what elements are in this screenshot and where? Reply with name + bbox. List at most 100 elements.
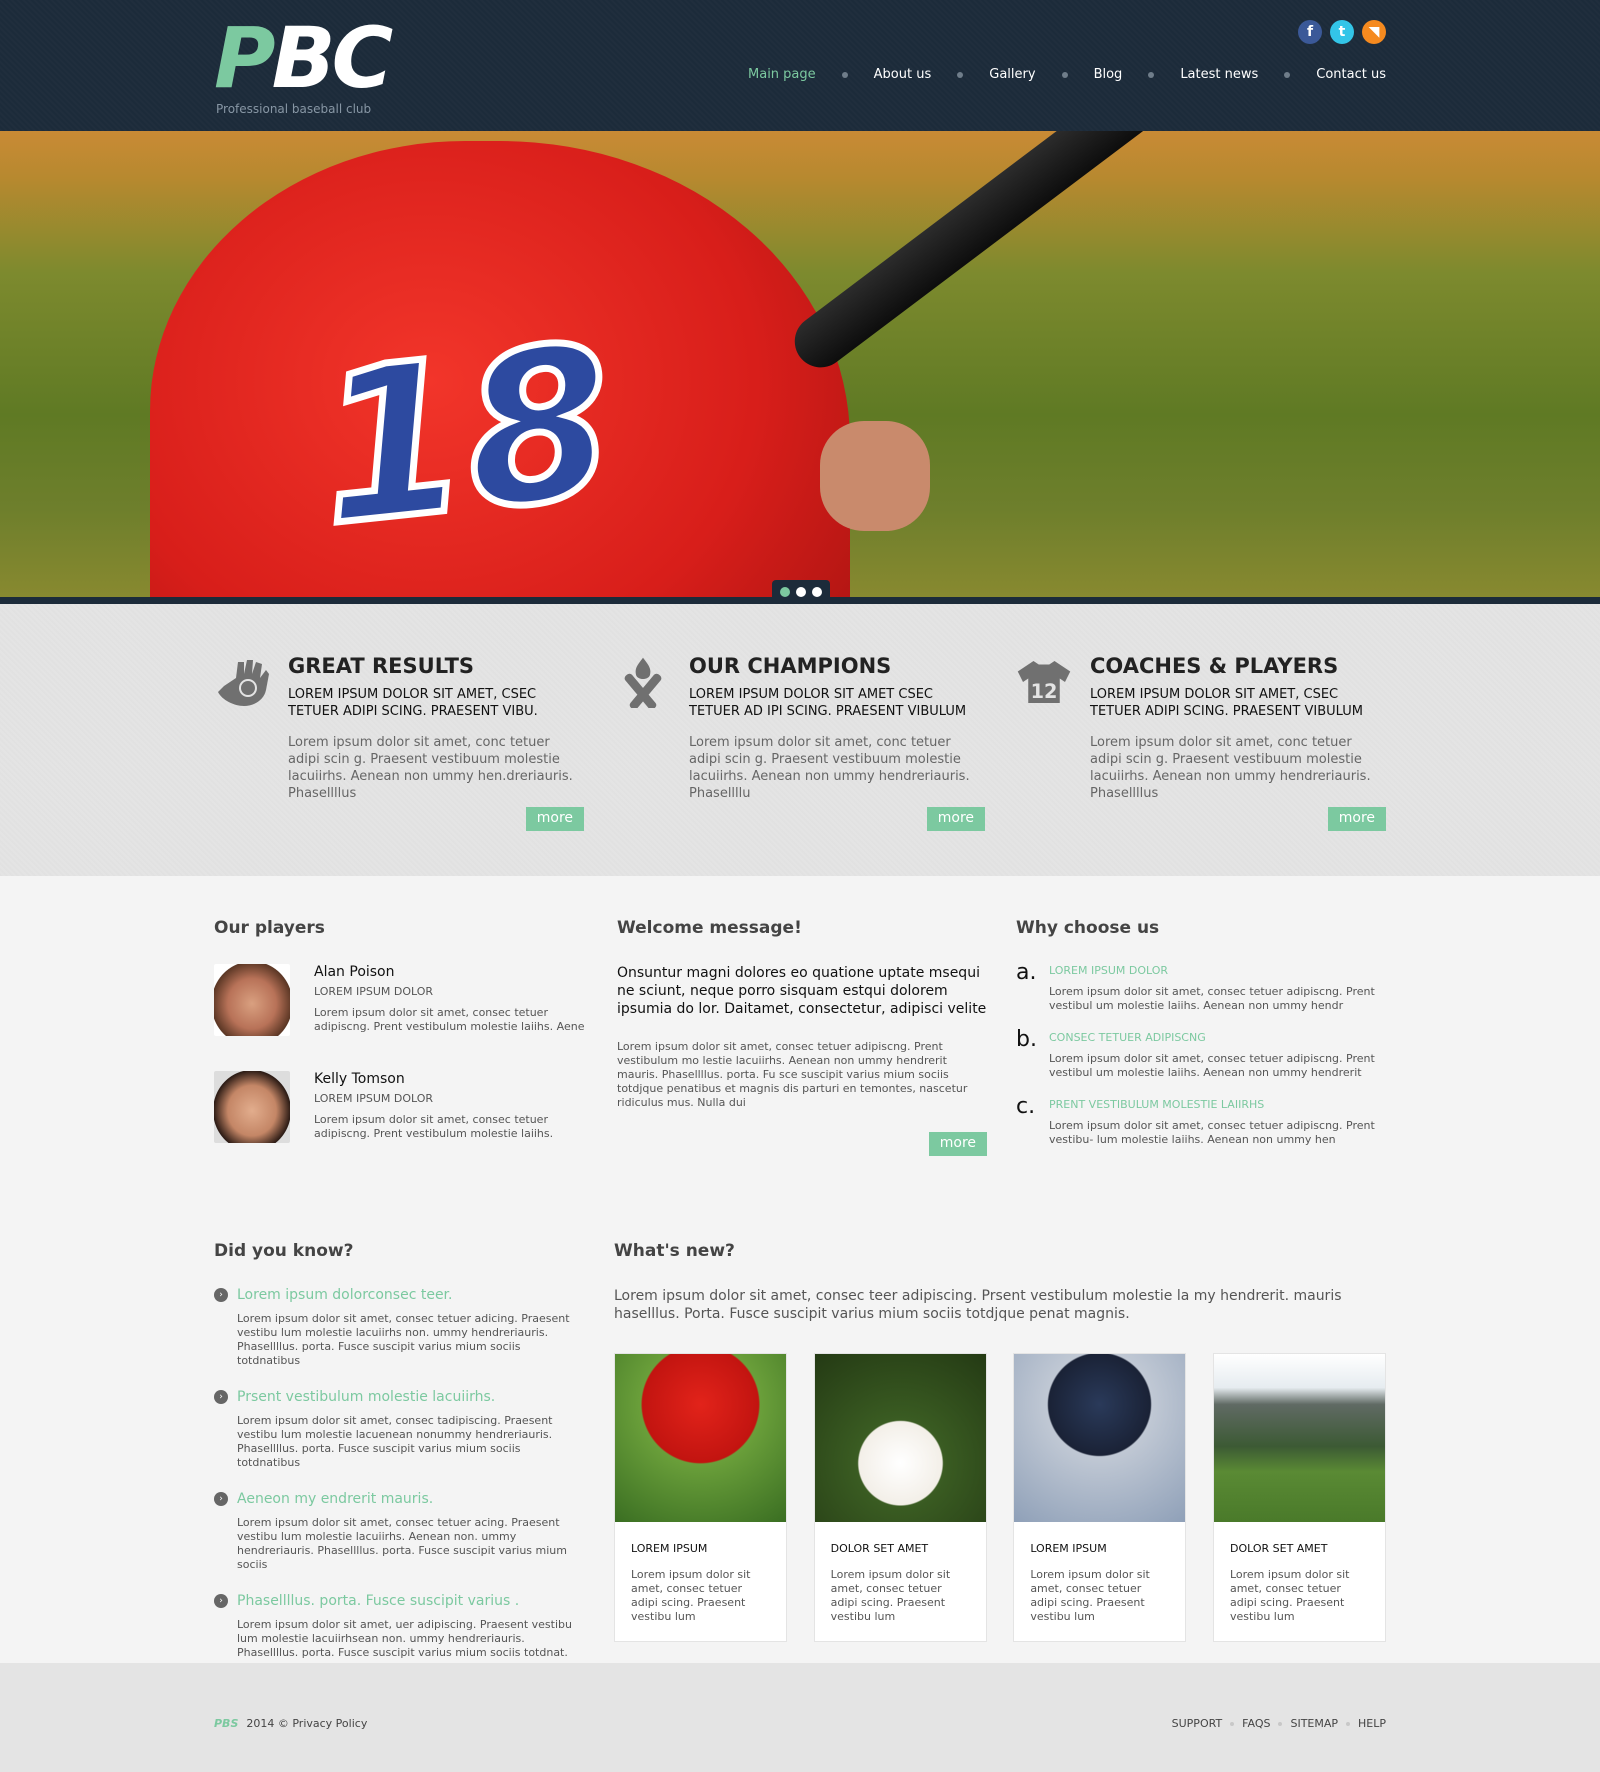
news-card[interactable]: DOLOR SET AMET Lorem ipsum dolor sit amet… [1212, 1353, 1386, 1642]
footer-link-sitemap[interactable]: SITEMAP [1290, 1717, 1338, 1730]
dyk-item-text: Lorem ipsum dolor sit amet, consec tadip… [237, 1414, 553, 1469]
news-lead: Lorem ipsum dolor sit amet, consec teer … [614, 1288, 1342, 1322]
more-button[interactable]: more [525, 807, 584, 831]
main-nav: Main page About us Gallery Blog Latest n… [748, 67, 1386, 82]
feature-coaches-players: 12 COACHES & PLAYERS LOREM IPSUM DOLOR S… [1016, 654, 1386, 831]
slider-dot-2[interactable] [796, 587, 806, 597]
dyk-item-title[interactable]: Aeneon my endrerit mauris. [237, 1491, 433, 1507]
player-name[interactable]: Kelly Tomson [314, 1071, 586, 1087]
more-button[interactable]: more [1327, 807, 1386, 831]
welcome-lead: Onsuntur magni dolores eo quatione uptat… [617, 965, 987, 1017]
why-item-title[interactable]: LOREM IPSUM DOLOR [1049, 964, 1386, 977]
feature-title: COACHES & PLAYERS [1090, 654, 1339, 678]
crossed-bats-icon [624, 657, 662, 708]
card-title: LOREM IPSUM [631, 1542, 708, 1555]
section-title: Did you know? [214, 1241, 354, 1261]
section-title: Our players [214, 918, 325, 938]
bottom-section: Did you know? › Lorem ipsum dolorconsec t… [0, 1241, 1600, 1681]
player-text: Lorem ipsum dolor sit amet, consec tetue… [314, 1006, 585, 1033]
news-card[interactable]: LOREM IPSUM Lorem ipsum dolor sit amet, c… [1013, 1353, 1187, 1642]
footer-link-help[interactable]: HELP [1358, 1717, 1386, 1730]
batter-photo[interactable] [1014, 1354, 1186, 1522]
logo-tagline: Professional baseball club [216, 102, 372, 116]
footer-link-faqs[interactable]: FAQS [1242, 1717, 1270, 1730]
why-item: c. PRENT VESTIBULUM MOLESTIE LAIIRHS Lore… [1016, 1094, 1386, 1147]
why-item: a. LOREM IPSUM DOLOR Lorem ipsum dolor si… [1016, 960, 1386, 1013]
site-footer: PBS 2014 © Privacy Policy SUPPORT FAQS SI… [0, 1663, 1600, 1772]
facebook-icon[interactable]: f [1298, 20, 1322, 44]
stadium-photo[interactable] [1213, 1354, 1385, 1522]
card-text: Lorem ipsum dolor sit amet, consec tetue… [1229, 1568, 1350, 1623]
footer-separator [1278, 1721, 1283, 1726]
card-title: DOLOR SET AMET [1229, 1542, 1328, 1555]
slider-dot-3[interactable] [812, 587, 822, 597]
avatar[interactable] [214, 1071, 290, 1143]
slider-dot-1[interactable] [780, 587, 790, 597]
card-text: Lorem ipsum dolor sit amet, consec tetue… [631, 1568, 751, 1623]
dyk-item: › Phasellllus. porta. Fusce suscipit vari… [214, 1593, 586, 1660]
child-in-helmet-photo[interactable] [615, 1354, 786, 1522]
feature-subtitle: LOREM IPSUM DOLOR SIT AMET, CSEC TETUER … [288, 687, 538, 719]
dyk-item-title[interactable]: Prsent vestibulum molestie lacuiirhs. [237, 1389, 495, 1405]
nav-main-page[interactable]: Main page [748, 67, 816, 82]
footer-brand: PBS [214, 1717, 239, 1730]
nav-separator [1148, 71, 1155, 78]
our-players: Our players Alan Poison LOREM IPSUM DOLO… [214, 918, 586, 1178]
nav-blog[interactable]: Blog [1094, 67, 1123, 82]
feature-great-results: GREAT RESULTS LOREM IPSUM DOLOR SIT AMET… [214, 654, 584, 831]
news-card[interactable]: LOREM IPSUM Lorem ipsum dolor sit amet, c… [614, 1353, 787, 1642]
features-section: GREAT RESULTS LOREM IPSUM DOLOR SIT AMET… [0, 604, 1600, 876]
chevron-right-icon: › [214, 1594, 228, 1608]
dyk-item: › Prsent vestibulum molestie lacuiirhs. L… [214, 1389, 586, 1470]
baseball-and-glove-photo[interactable] [814, 1354, 986, 1522]
avatar[interactable] [214, 964, 290, 1036]
welcome-message: Welcome message! Onsuntur magni dolores … [615, 918, 987, 1178]
dyk-item-title[interactable]: Lorem ipsum dolorconsec teer. [237, 1287, 452, 1303]
player-name[interactable]: Alan Poison [314, 964, 586, 980]
feature-title: GREAT RESULTS [288, 654, 475, 678]
chevron-right-icon: › [214, 1390, 228, 1404]
nav-separator [1061, 71, 1068, 78]
footer-links: SUPPORT FAQS SITEMAP HELP [1172, 1717, 1386, 1730]
nav-contact-us[interactable]: Contact us [1316, 67, 1386, 82]
more-button[interactable]: more [928, 1132, 987, 1156]
why-choose-us: Why choose us a. LOREM IPSUM DOLOR Lorem … [1016, 918, 1386, 1178]
rss-icon[interactable]: ◥ [1362, 20, 1386, 44]
site-header: PBC Professional baseball club f t ◥ Mai… [0, 0, 1600, 131]
why-item-title[interactable]: PRENT VESTIBULUM MOLESTIE LAIIRHS [1049, 1098, 1386, 1111]
why-letter: a. [1016, 960, 1037, 985]
feature-subtitle: LOREM IPSUM DOLOR SIT AMET CSEC TETUER A… [689, 687, 967, 719]
dyk-item-text: Lorem ipsum dolor sit amet, uer adipisci… [237, 1618, 572, 1659]
footer-link-support[interactable]: SUPPORT [1172, 1717, 1223, 1730]
why-item-title[interactable]: CONSEC TETUER ADIPISCNG [1049, 1031, 1386, 1044]
dyk-item: › Aeneon my endrerit mauris. Lorem ipsum … [214, 1491, 586, 1572]
section-title: Why choose us [1016, 918, 1160, 938]
nav-separator [957, 71, 964, 78]
nav-gallery[interactable]: Gallery [989, 67, 1035, 82]
welcome-text: Lorem ipsum dolor sit amet, consec tetue… [617, 1040, 968, 1109]
nav-about-us[interactable]: About us [874, 67, 932, 82]
privacy-policy-link[interactable]: 2014 © Privacy Policy [246, 1717, 367, 1730]
hero-jersey-number: 18 [304, 295, 627, 576]
news-card[interactable]: DOLOR SET AMET Lorem ipsum dolor sit amet… [813, 1353, 987, 1642]
section-title: Welcome message! [617, 918, 802, 938]
nav-latest-news[interactable]: Latest news [1180, 67, 1258, 82]
feature-our-champions: OUR CHAMPIONS LOREM IPSUM DOLOR SIT AMET… [615, 654, 985, 831]
chevron-right-icon: › [214, 1492, 228, 1506]
whats-new: What's new? Lorem ipsum dolor sit amet, … [614, 1241, 1386, 1681]
why-letter: c. [1016, 1094, 1036, 1119]
card-text: Lorem ipsum dolor sit amet, consec tetue… [1030, 1568, 1150, 1623]
why-item-text: Lorem ipsum dolor sit amet, consec tetue… [1049, 1119, 1375, 1146]
footer-separator [1230, 1721, 1235, 1726]
dyk-item-text: Lorem ipsum dolor sit amet, consec tetue… [237, 1312, 570, 1367]
more-button[interactable]: more [926, 807, 985, 831]
card-text: Lorem ipsum dolor sit amet, consec tetue… [830, 1568, 951, 1623]
dyk-item-title[interactable]: Phasellllus. porta. Fusce suscipit variu… [237, 1593, 519, 1609]
hero-slider: 18 [0, 131, 1600, 604]
logo[interactable]: PBC Professional baseball club [214, 16, 393, 116]
feature-subtitle: LOREM IPSUM DOLOR SIT AMET, CSEC TETUER … [1090, 687, 1363, 719]
feature-title: OUR CHAMPIONS [689, 654, 892, 678]
why-item: b. CONSEC TETUER ADIPISCNG Lorem ipsum do… [1016, 1029, 1386, 1080]
twitter-icon[interactable]: t [1330, 20, 1354, 44]
section-title: What's new? [614, 1241, 735, 1261]
